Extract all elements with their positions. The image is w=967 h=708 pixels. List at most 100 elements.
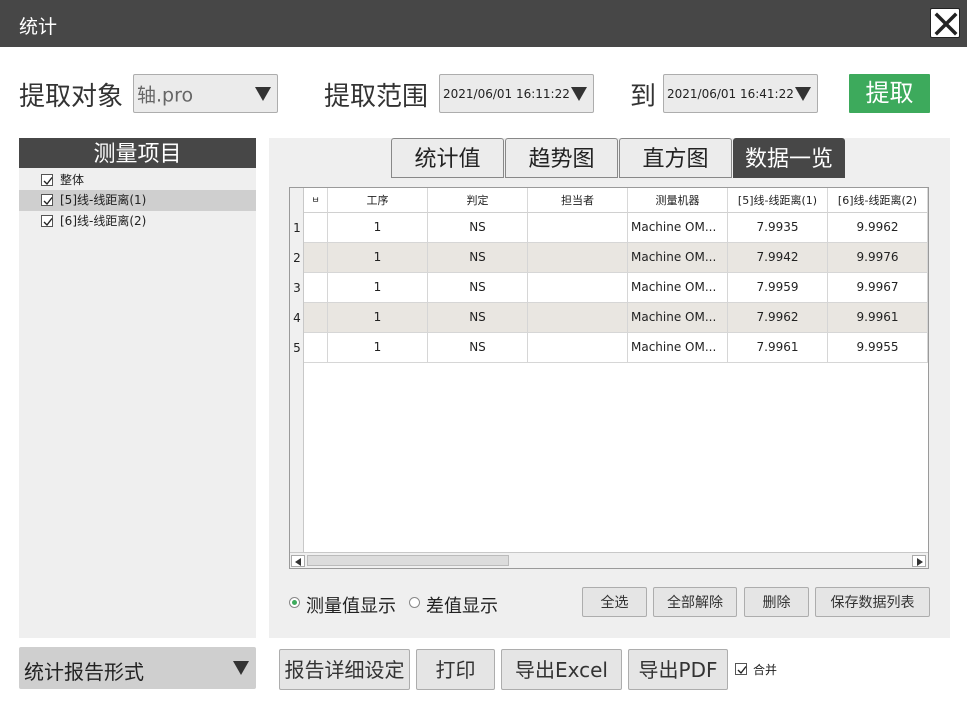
- table-cell: 9.9961: [828, 303, 928, 332]
- extract-target-select[interactable]: 轴.pro: [133, 74, 278, 113]
- table-row[interactable]: 1 NS Machine OM... 7.9959 9.9967: [304, 273, 928, 303]
- chevron-down-icon: [795, 86, 811, 101]
- table-row[interactable]: 1 NS Machine OM... 7.9942 9.9976: [304, 243, 928, 273]
- close-button[interactable]: [930, 8, 960, 38]
- column-header-flag[interactable]: ㅂ: [304, 188, 328, 213]
- deselect-all-button[interactable]: 全部解除: [653, 587, 737, 617]
- export-pdf-button[interactable]: 导出PDF: [628, 649, 728, 690]
- merge-label[interactable]: 合并: [753, 661, 777, 678]
- table-cell: 9.9955: [828, 333, 928, 362]
- extract-range-label: 提取范围: [324, 82, 429, 112]
- measure-items-header: 测量项目: [19, 138, 256, 168]
- arrow-right-icon: [917, 558, 923, 566]
- measured-value-label[interactable]: 测量值显示: [306, 592, 396, 618]
- row-number: 2: [293, 251, 301, 265]
- table-cell: Machine OM...: [628, 273, 728, 302]
- table-cell: [528, 303, 628, 332]
- table-cell: 9.9976: [828, 243, 928, 272]
- scroll-right-button[interactable]: [912, 555, 926, 567]
- table-cell: [304, 303, 328, 332]
- merge-checkbox[interactable]: [735, 663, 747, 675]
- chevron-down-icon: [233, 661, 249, 675]
- column-header-operator[interactable]: 担当者: [528, 188, 628, 213]
- column-header-process[interactable]: 工序: [328, 188, 428, 213]
- select-all-button[interactable]: 全选: [582, 587, 647, 617]
- table-cell: [528, 273, 628, 302]
- report-format-select[interactable]: 统计报告形式: [19, 647, 256, 689]
- table-cell: [528, 243, 628, 272]
- range-from-select[interactable]: 2021/06/01 16:11:22: [439, 74, 594, 113]
- range-from-value: 2021/06/01 16:11:22: [443, 86, 570, 101]
- check-icon: [737, 666, 747, 675]
- tab-data-list[interactable]: 数据一览: [733, 138, 845, 178]
- scrollbar-thumb[interactable]: [307, 555, 509, 566]
- table-cell: [304, 213, 328, 242]
- measure-item-label: 整体: [60, 173, 85, 187]
- extract-target-label: 提取对象: [19, 82, 124, 112]
- measure-items-panel: 测量项目 整体 [5]线-线距离(1) [6]线-线距离(2): [19, 138, 256, 638]
- table-cell: [304, 333, 328, 362]
- extract-button[interactable]: 提取: [849, 74, 930, 113]
- table-row[interactable]: 1 NS Machine OM... 7.9962 9.9961: [304, 303, 928, 333]
- table-cell: [528, 213, 628, 242]
- row-number: 4: [293, 311, 301, 325]
- table-row[interactable]: 1 NS Machine OM... 7.9935 9.9962: [304, 213, 928, 243]
- measure-item-label: [6]线-线距离(2): [60, 214, 147, 228]
- table-cell: 1: [328, 243, 428, 272]
- horizontal-scrollbar[interactable]: [290, 552, 928, 568]
- measure-item-line-distance-2[interactable]: [6]线-线距离(2): [19, 211, 256, 232]
- measure-item-overall[interactable]: 整体: [19, 170, 256, 191]
- table-cell: 7.9961: [728, 333, 828, 362]
- table-cell: [304, 243, 328, 272]
- row-number: 3: [293, 281, 301, 295]
- table-cell: NS: [428, 273, 528, 302]
- column-header-judgement[interactable]: 判定: [428, 188, 528, 213]
- check-icon: [43, 218, 53, 227]
- table-cell: NS: [428, 333, 528, 362]
- report-detail-settings-button[interactable]: 报告详细设定: [279, 649, 410, 690]
- table-cell: NS: [428, 213, 528, 242]
- table-cell: 9.9962: [828, 213, 928, 242]
- checkbox[interactable]: [41, 215, 53, 227]
- column-header-line-distance-2[interactable]: [6]线-线距离(2): [828, 188, 928, 213]
- window-title: 统计: [19, 16, 58, 38]
- table-cell: Machine OM...: [628, 333, 728, 362]
- chevron-down-icon: [255, 86, 271, 101]
- checkbox[interactable]: [41, 174, 53, 186]
- table-cell: 7.9935: [728, 213, 828, 242]
- diff-value-label[interactable]: 差值显示: [426, 592, 498, 618]
- table-cell: NS: [428, 243, 528, 272]
- table-cell: 1: [328, 333, 428, 362]
- report-format-label: 统计报告形式: [24, 660, 144, 684]
- measure-item-label: [5]线-线距离(1): [60, 193, 147, 207]
- range-to-select[interactable]: 2021/06/01 16:41:22: [663, 74, 818, 113]
- range-to-value: 2021/06/01 16:41:22: [667, 86, 794, 101]
- table-cell: [304, 273, 328, 302]
- measure-item-line-distance-1[interactable]: [5]线-线距离(1): [19, 190, 256, 211]
- measured-value-radio[interactable]: [289, 597, 300, 608]
- data-table[interactable]: ㅂ 工序 判定 担当者 测量机器 [5]线-线距离(1) [6]线-线距离(2)…: [289, 187, 929, 569]
- column-header-machine[interactable]: 测量机器: [628, 188, 728, 213]
- table-cell: NS: [428, 303, 528, 332]
- print-button[interactable]: 打印: [416, 649, 495, 690]
- table-cell: 1: [328, 303, 428, 332]
- export-excel-button[interactable]: 导出Excel: [501, 649, 622, 690]
- table-cell: 1: [328, 273, 428, 302]
- table-cell: Machine OM...: [628, 243, 728, 272]
- tab-histogram[interactable]: 直方图: [619, 138, 732, 178]
- checkbox[interactable]: [41, 194, 53, 206]
- scroll-left-button[interactable]: [291, 555, 305, 567]
- table-cell: 7.9959: [728, 273, 828, 302]
- tab-statistics[interactable]: 统计值: [391, 138, 504, 178]
- column-header-line-distance-1[interactable]: [5]线-线距离(1): [728, 188, 828, 213]
- table-cell: 7.9942: [728, 243, 828, 272]
- table-cell: 9.9967: [828, 273, 928, 302]
- diff-value-radio[interactable]: [409, 597, 420, 608]
- delete-button[interactable]: 删除: [744, 587, 809, 617]
- table-row[interactable]: 1 NS Machine OM... 7.9961 9.9955: [304, 333, 928, 363]
- extract-target-value: 轴.pro: [137, 84, 194, 106]
- check-icon: [43, 177, 53, 186]
- table-cell: 1: [328, 213, 428, 242]
- save-data-list-button[interactable]: 保存数据列表: [815, 587, 930, 617]
- tab-trend-chart[interactable]: 趋势图: [505, 138, 618, 178]
